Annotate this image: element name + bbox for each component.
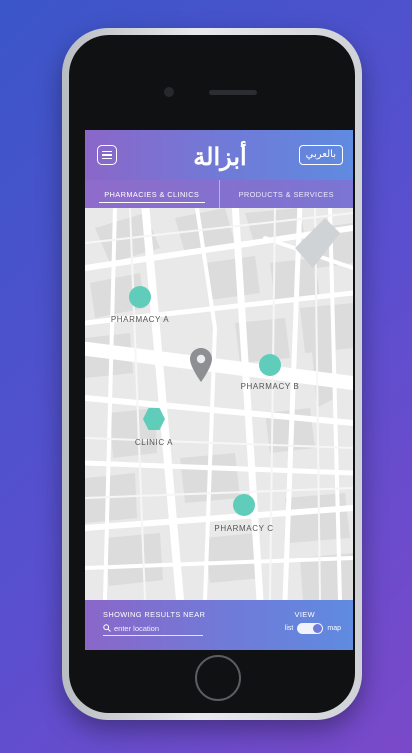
pharmacy-b-label: PHARMACY B — [240, 382, 300, 391]
hamburger-icon-line — [102, 157, 112, 160]
earpiece-speaker — [209, 90, 257, 95]
tab-products-services[interactable]: PRODUCTS & SERVICES — [218, 180, 354, 208]
category-tabs: PHARMACIES & CLINICS PRODUCTS & SERVICES — [85, 180, 353, 208]
view-toggle-group: list map — [285, 623, 341, 634]
language-toggle-button[interactable]: بالعربي — [298, 145, 343, 165]
app-header: أبزالة بالعربي — [85, 130, 353, 180]
tab-pharmacies-clinics[interactable]: PHARMACIES & CLINICS — [85, 180, 219, 208]
app-screen: أبزالة بالعربي PHARMACIES & CLINICS PROD… — [85, 130, 353, 650]
pharmacy-a-label: PHARMACY A — [110, 315, 170, 324]
toggle-knob — [313, 624, 323, 633]
pharmacy-a-marker[interactable] — [129, 286, 151, 308]
pharmacy-b-marker[interactable] — [259, 354, 281, 376]
pharmacy-c-marker[interactable] — [233, 494, 255, 516]
map-streets — [85, 208, 353, 600]
location-pin-icon — [190, 348, 212, 382]
phone-frame: أبزالة بالعربي PHARMACIES & CLINICS PROD… — [62, 28, 362, 720]
map-option-label[interactable]: map — [327, 625, 341, 632]
clinic-a-label: CLINIC A — [134, 438, 174, 447]
hamburger-icon-line — [102, 154, 112, 156]
results-near-label: SHOWING RESULTS NEAR — [103, 610, 206, 619]
hamburger-icon — [102, 150, 112, 153]
phone-body: أبزالة بالعربي PHARMACIES & CLINICS PROD… — [69, 35, 355, 713]
list-map-toggle[interactable] — [297, 623, 324, 634]
location-search-input[interactable] — [103, 622, 203, 636]
front-camera — [164, 87, 174, 97]
home-button[interactable] — [195, 655, 241, 701]
view-label: VIEW — [294, 610, 315, 619]
map-view[interactable]: PHARMACY A PHARMACY B CLINIC A PHARMACY … — [85, 208, 353, 600]
pharmacy-c-label: PHARMACY C — [214, 524, 274, 533]
search-footer: SHOWING RESULTS NEAR VIEW list map — [85, 600, 353, 650]
app-logo: أبزالة — [193, 141, 247, 171]
list-option-label[interactable]: list — [285, 625, 294, 632]
menu-button[interactable] — [97, 145, 117, 165]
